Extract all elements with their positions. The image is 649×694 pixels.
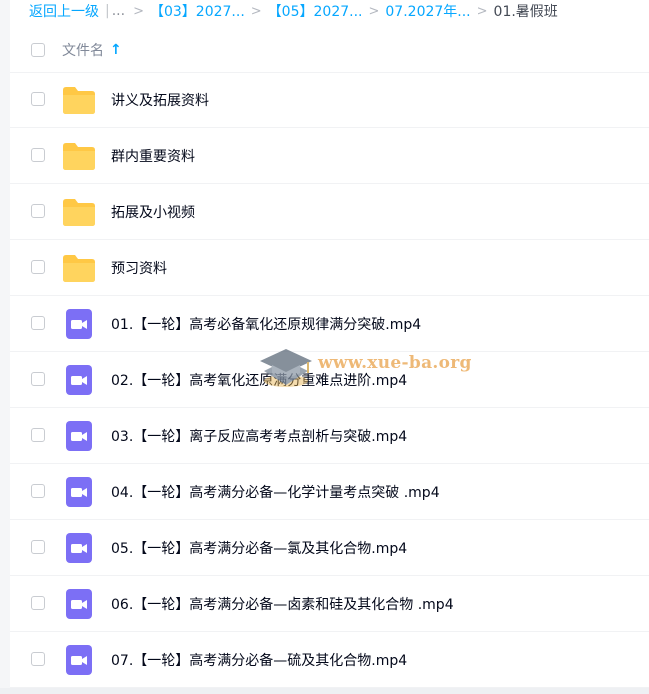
folder-row[interactable]: 预习资料 [10, 240, 649, 296]
row-checkbox[interactable] [31, 260, 45, 274]
video-file-row[interactable]: 05.【一轮】高考满分必备—氯及其化合物.mp4 [10, 520, 649, 576]
file-list-panel: 返回上一级 | ... > 【03】2027... > 【05】2027... … [10, 0, 649, 694]
file-list: 讲义及拓展资料 群内重要资料 拓展及小视频 预习资料 01.【一轮】高考必备氧化还原规律… [10, 72, 649, 688]
video-file-row[interactable]: 01.【一轮】高考必备氧化还原规律满分突破.mp4 [10, 296, 649, 352]
breadcrumb-item[interactable]: 【03】2027... [150, 1, 245, 21]
file-name[interactable]: 07.【一轮】高考满分必备—硫及其化合物.mp4 [111, 650, 407, 670]
folder-icon [62, 85, 96, 115]
select-all-checkbox[interactable] [31, 43, 45, 57]
file-name[interactable]: 讲义及拓展资料 [111, 90, 209, 110]
row-checkbox[interactable] [31, 596, 45, 610]
file-name[interactable]: 群内重要资料 [111, 146, 195, 166]
row-checkbox[interactable] [31, 540, 45, 554]
chevron-right-icon: > [133, 3, 144, 19]
chevron-right-icon: > [250, 3, 262, 19]
breadcrumb-divider: | [105, 3, 110, 19]
back-link[interactable]: 返回上一级 [29, 1, 99, 21]
video-file-row[interactable]: 02.【一轮】高考氧化还原满分重难点进阶.mp4 [10, 352, 649, 408]
video-file-icon [62, 533, 96, 563]
breadcrumb-item[interactable]: 【05】2027... [268, 1, 363, 21]
bottom-divider [0, 688, 649, 694]
video-file-row[interactable]: 07.【一轮】高考满分必备—硫及其化合物.mp4 [10, 632, 649, 688]
row-checkbox[interactable] [31, 428, 45, 442]
folder-icon [62, 253, 96, 283]
row-checkbox[interactable] [31, 92, 45, 106]
file-name[interactable]: 02.【一轮】高考氧化还原满分重难点进阶.mp4 [111, 370, 407, 390]
file-name[interactable]: 预习资料 [111, 258, 167, 278]
chevron-right-icon: > [368, 3, 380, 19]
video-file-icon [62, 421, 96, 451]
file-name[interactable]: 06.【一轮】高考满分必备—卤素和硅及其化合物 .mp4 [111, 594, 454, 614]
breadcrumb-ellipsis[interactable]: ... [112, 3, 127, 19]
row-checkbox[interactable] [31, 372, 45, 386]
filename-column-header[interactable]: 文件名 ↑ [62, 40, 122, 60]
folder-row[interactable]: 群内重要资料 [10, 128, 649, 184]
video-file-icon [62, 365, 96, 395]
file-name[interactable]: 05.【一轮】高考满分必备—氯及其化合物.mp4 [111, 538, 407, 558]
video-file-icon [62, 589, 96, 619]
folder-row[interactable]: 讲义及拓展资料 [10, 72, 649, 128]
arrow-up-icon[interactable]: ↑ [110, 42, 122, 58]
file-name[interactable]: 03.【一轮】离子反应高考考点剖析与突破.mp4 [111, 426, 407, 446]
breadcrumb-item[interactable]: 07.2027年... [385, 1, 470, 21]
row-checkbox[interactable] [31, 652, 45, 666]
row-checkbox[interactable] [31, 484, 45, 498]
file-name[interactable]: 01.【一轮】高考必备氧化还原规律满分突破.mp4 [111, 314, 421, 334]
folder-row[interactable]: 拓展及小视频 [10, 184, 649, 240]
breadcrumb-current: 01.暑假班 [493, 4, 558, 20]
video-file-row[interactable]: 03.【一轮】离子反应高考考点剖析与突破.mp4 [10, 408, 649, 464]
file-name[interactable]: 拓展及小视频 [111, 202, 195, 222]
folder-icon [62, 197, 96, 227]
file-name[interactable]: 04.【一轮】高考满分必备—化学计量考点突破 .mp4 [111, 482, 440, 502]
column-label: 文件名 [62, 43, 104, 59]
video-file-icon [62, 309, 96, 339]
chevron-right-icon: > [476, 3, 488, 19]
folder-icon [62, 141, 96, 171]
row-checkbox[interactable] [31, 204, 45, 218]
row-checkbox[interactable] [31, 148, 45, 162]
file-browser-window: 返回上一级 | ... > 【03】2027... > 【05】2027... … [0, 0, 649, 694]
list-header: 文件名 ↑ [10, 28, 649, 73]
video-file-icon [62, 477, 96, 507]
breadcrumb: 返回上一级 | ... > 【03】2027... > 【05】2027... … [29, 0, 558, 22]
video-file-row[interactable]: 04.【一轮】高考满分必备—化学计量考点突破 .mp4 [10, 464, 649, 520]
row-checkbox[interactable] [31, 316, 45, 330]
video-file-icon [62, 645, 96, 675]
video-file-row[interactable]: 06.【一轮】高考满分必备—卤素和硅及其化合物 .mp4 [10, 576, 649, 632]
